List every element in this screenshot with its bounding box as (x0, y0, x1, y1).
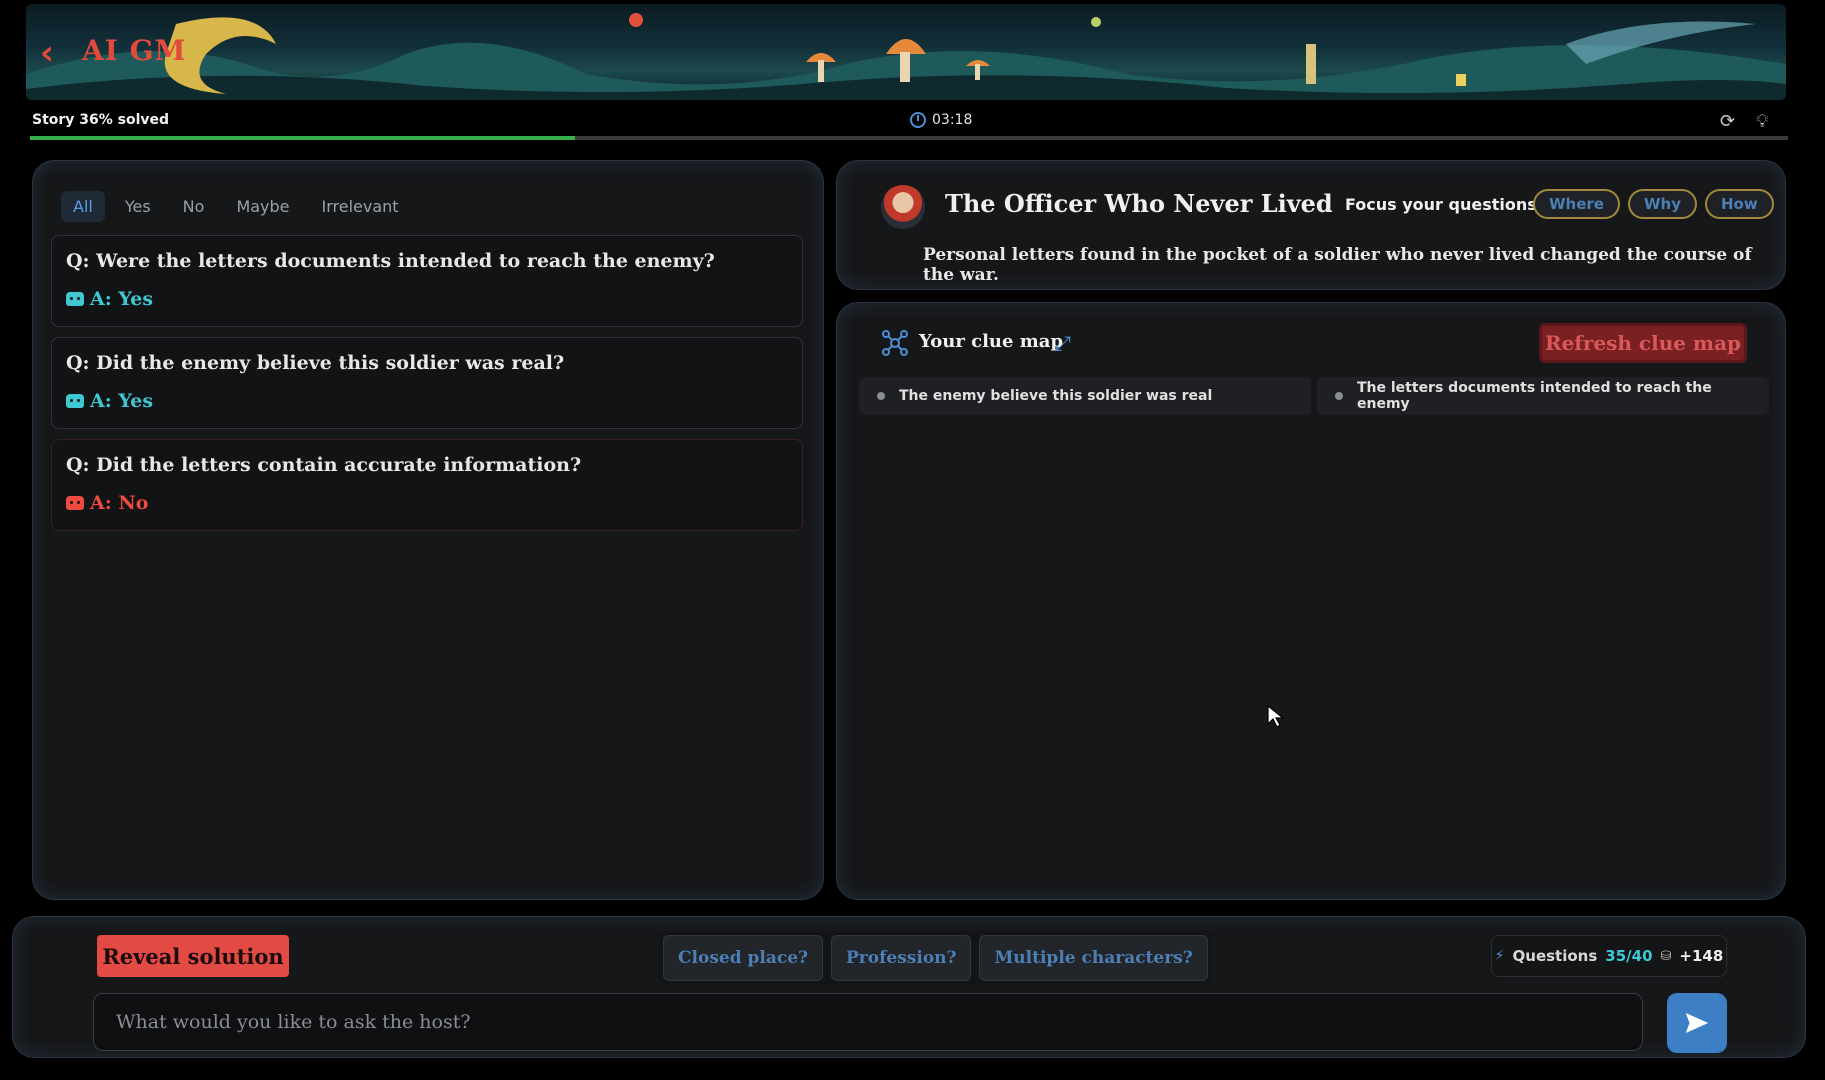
focus-chip-where[interactable]: Where (1533, 189, 1620, 219)
timer-value: 03:18 (932, 112, 973, 128)
clue-map-title: Your clue map (919, 331, 1064, 352)
answer-text: A: No (90, 492, 149, 514)
progress-bar (30, 136, 1788, 140)
focus-chip-how[interactable]: How (1704, 189, 1774, 219)
bullet-icon (1335, 392, 1343, 400)
chevron-left-icon[interactable]: ‹ (40, 36, 64, 70)
coin-icon: ⛁ (1660, 948, 1672, 964)
bolt-icon: ⚡︎ (1494, 948, 1505, 964)
robot-icon (66, 394, 84, 408)
focus-chip-why[interactable]: Why (1627, 189, 1697, 219)
ask-input[interactable] (93, 993, 1643, 1051)
clock-icon (910, 112, 926, 128)
fantasy-landscape-illustration (26, 13, 1786, 100)
qa-card: Q: Did the letters contain accurate info… (51, 439, 803, 531)
answer: A: Yes (66, 288, 153, 310)
tab-yes[interactable]: Yes (113, 191, 163, 222)
robot-icon (66, 292, 84, 306)
timer: 03:18 (910, 112, 972, 128)
reveal-solution-button[interactable]: Reveal solution (97, 935, 289, 977)
avatar (881, 185, 925, 229)
story-title: The Officer Who Never Lived (945, 189, 1333, 218)
story-description: Personal letters found in the pocket of … (923, 245, 1752, 285)
expand-icon[interactable]: ⤢ (1055, 331, 1071, 355)
suggestion-multiple-characters[interactable]: Multiple characters? (979, 935, 1208, 981)
send-icon (1685, 1013, 1709, 1033)
answer-text: A: Yes (90, 390, 154, 412)
tab-maybe[interactable]: Maybe (224, 191, 301, 222)
clue-text: The enemy believe this soldier was real (899, 388, 1213, 404)
status-bar: Story 36% solved 03:18 ⟳ 💡︎ (30, 108, 1790, 138)
answer: A: Yes (66, 390, 153, 412)
focus-chips: Where Why How (1533, 189, 1774, 219)
answer-filter-tabs: All Yes No Maybe Irrelevant (61, 191, 411, 222)
robot-icon (66, 496, 84, 510)
header-banner (26, 4, 1786, 100)
refresh-icon[interactable]: ⟳ (1720, 111, 1735, 132)
tab-irrelevant[interactable]: Irrelevant (310, 191, 411, 222)
lightbulb-icon[interactable]: 💡︎ (1756, 111, 1769, 132)
send-button[interactable] (1667, 993, 1727, 1053)
answer-text: A: Yes (90, 288, 154, 310)
story-panel: The Officer Who Never Lived Focus your q… (836, 160, 1786, 290)
qa-card: Q: Did the enemy believe this soldier wa… (51, 337, 803, 429)
mouse-cursor-icon (1267, 704, 1285, 728)
qa-card: Q: Were the letters documents intended t… (51, 235, 803, 327)
question-text: Q: Did the letters contain accurate info… (66, 454, 582, 476)
bonus-value: +148 (1679, 947, 1724, 965)
qa-history-panel: All Yes No Maybe Irrelevant Q: Were the … (32, 160, 824, 900)
progress-fill (30, 136, 575, 140)
suggestion-profession[interactable]: Profession? (831, 935, 972, 981)
question-text: Q: Did the enemy believe this soldier wa… (66, 352, 565, 374)
question-text: Q: Were the letters documents intended t… (66, 250, 715, 272)
input-panel: Reveal solution Closed place? Profession… (12, 916, 1806, 1058)
questions-label: Questions (1512, 947, 1598, 965)
clue-map-panel: Your clue map ⤢ Refresh clue map The ene… (836, 302, 1786, 900)
app-title: AI GM (82, 34, 187, 67)
network-icon (882, 330, 908, 356)
bullet-icon (877, 392, 885, 400)
suggestion-chips: Closed place? Profession? Multiple chara… (659, 931, 1212, 985)
clue-text: The letters documents intended to reach … (1357, 380, 1712, 412)
tab-all[interactable]: All (61, 191, 105, 222)
suggestion-closed-place[interactable]: Closed place? (663, 935, 824, 981)
tab-no[interactable]: No (171, 191, 217, 222)
clue-item[interactable]: The letters documents intended to reach … (1317, 377, 1769, 415)
questions-count: 35/40 (1605, 947, 1653, 965)
clue-item[interactable]: The enemy believe this soldier was real (859, 377, 1311, 415)
refresh-clue-map-button[interactable]: Refresh clue map (1539, 323, 1747, 363)
questions-counter: ⚡︎ Questions 35/40 ⛁ +148 (1491, 935, 1727, 977)
answer: A: No (66, 492, 148, 514)
progress-label: Story 36% solved (32, 112, 170, 128)
